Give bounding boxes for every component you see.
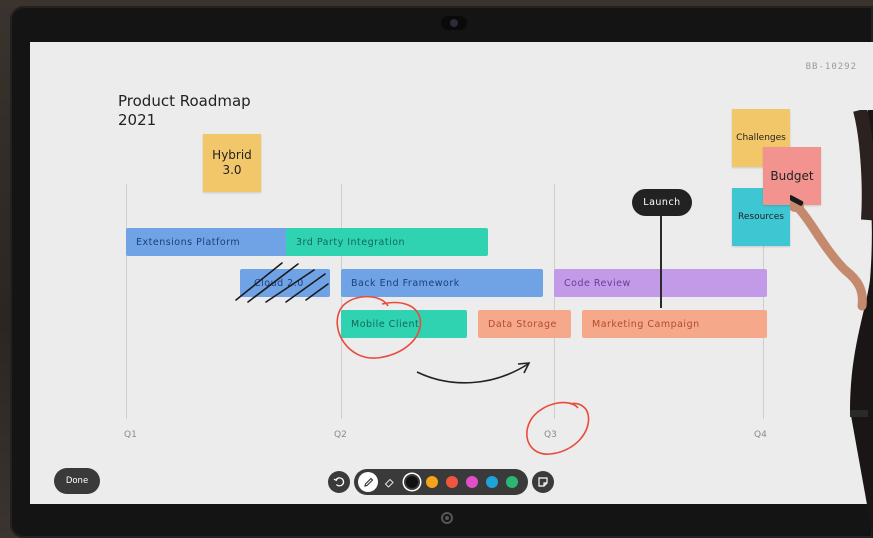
color-swatch-magenta[interactable] bbox=[466, 476, 478, 488]
done-button[interactable]: Done bbox=[54, 468, 100, 494]
color-swatch-black[interactable] bbox=[406, 476, 418, 488]
drawing-toolbar bbox=[328, 469, 554, 495]
arrow-stroke bbox=[416, 363, 529, 384]
sticky-note-icon[interactable] bbox=[532, 471, 554, 493]
tool-palette bbox=[354, 469, 528, 495]
ink-annotations bbox=[235, 262, 590, 455]
presenter-person bbox=[790, 110, 873, 538]
pen-icon[interactable] bbox=[358, 472, 378, 492]
eraser-icon[interactable] bbox=[378, 471, 400, 493]
color-swatches bbox=[400, 476, 524, 488]
circle-mark-q3 bbox=[526, 401, 590, 455]
undo-icon[interactable] bbox=[328, 471, 350, 493]
color-swatch-green[interactable] bbox=[506, 476, 518, 488]
color-swatch-orange[interactable] bbox=[426, 476, 438, 488]
camera-icon bbox=[441, 16, 467, 30]
whiteboard-canvas[interactable]: BB-10292 Product Roadmap 2021 Q1 Q2 Q3 Q… bbox=[30, 42, 873, 504]
color-swatch-red[interactable] bbox=[446, 476, 458, 488]
circle-mark-mobile-client bbox=[336, 295, 422, 359]
done-button-label: Done bbox=[65, 476, 89, 486]
color-swatch-blue[interactable] bbox=[486, 476, 498, 488]
home-button[interactable] bbox=[441, 512, 453, 524]
hatch-strikeout bbox=[235, 262, 329, 303]
